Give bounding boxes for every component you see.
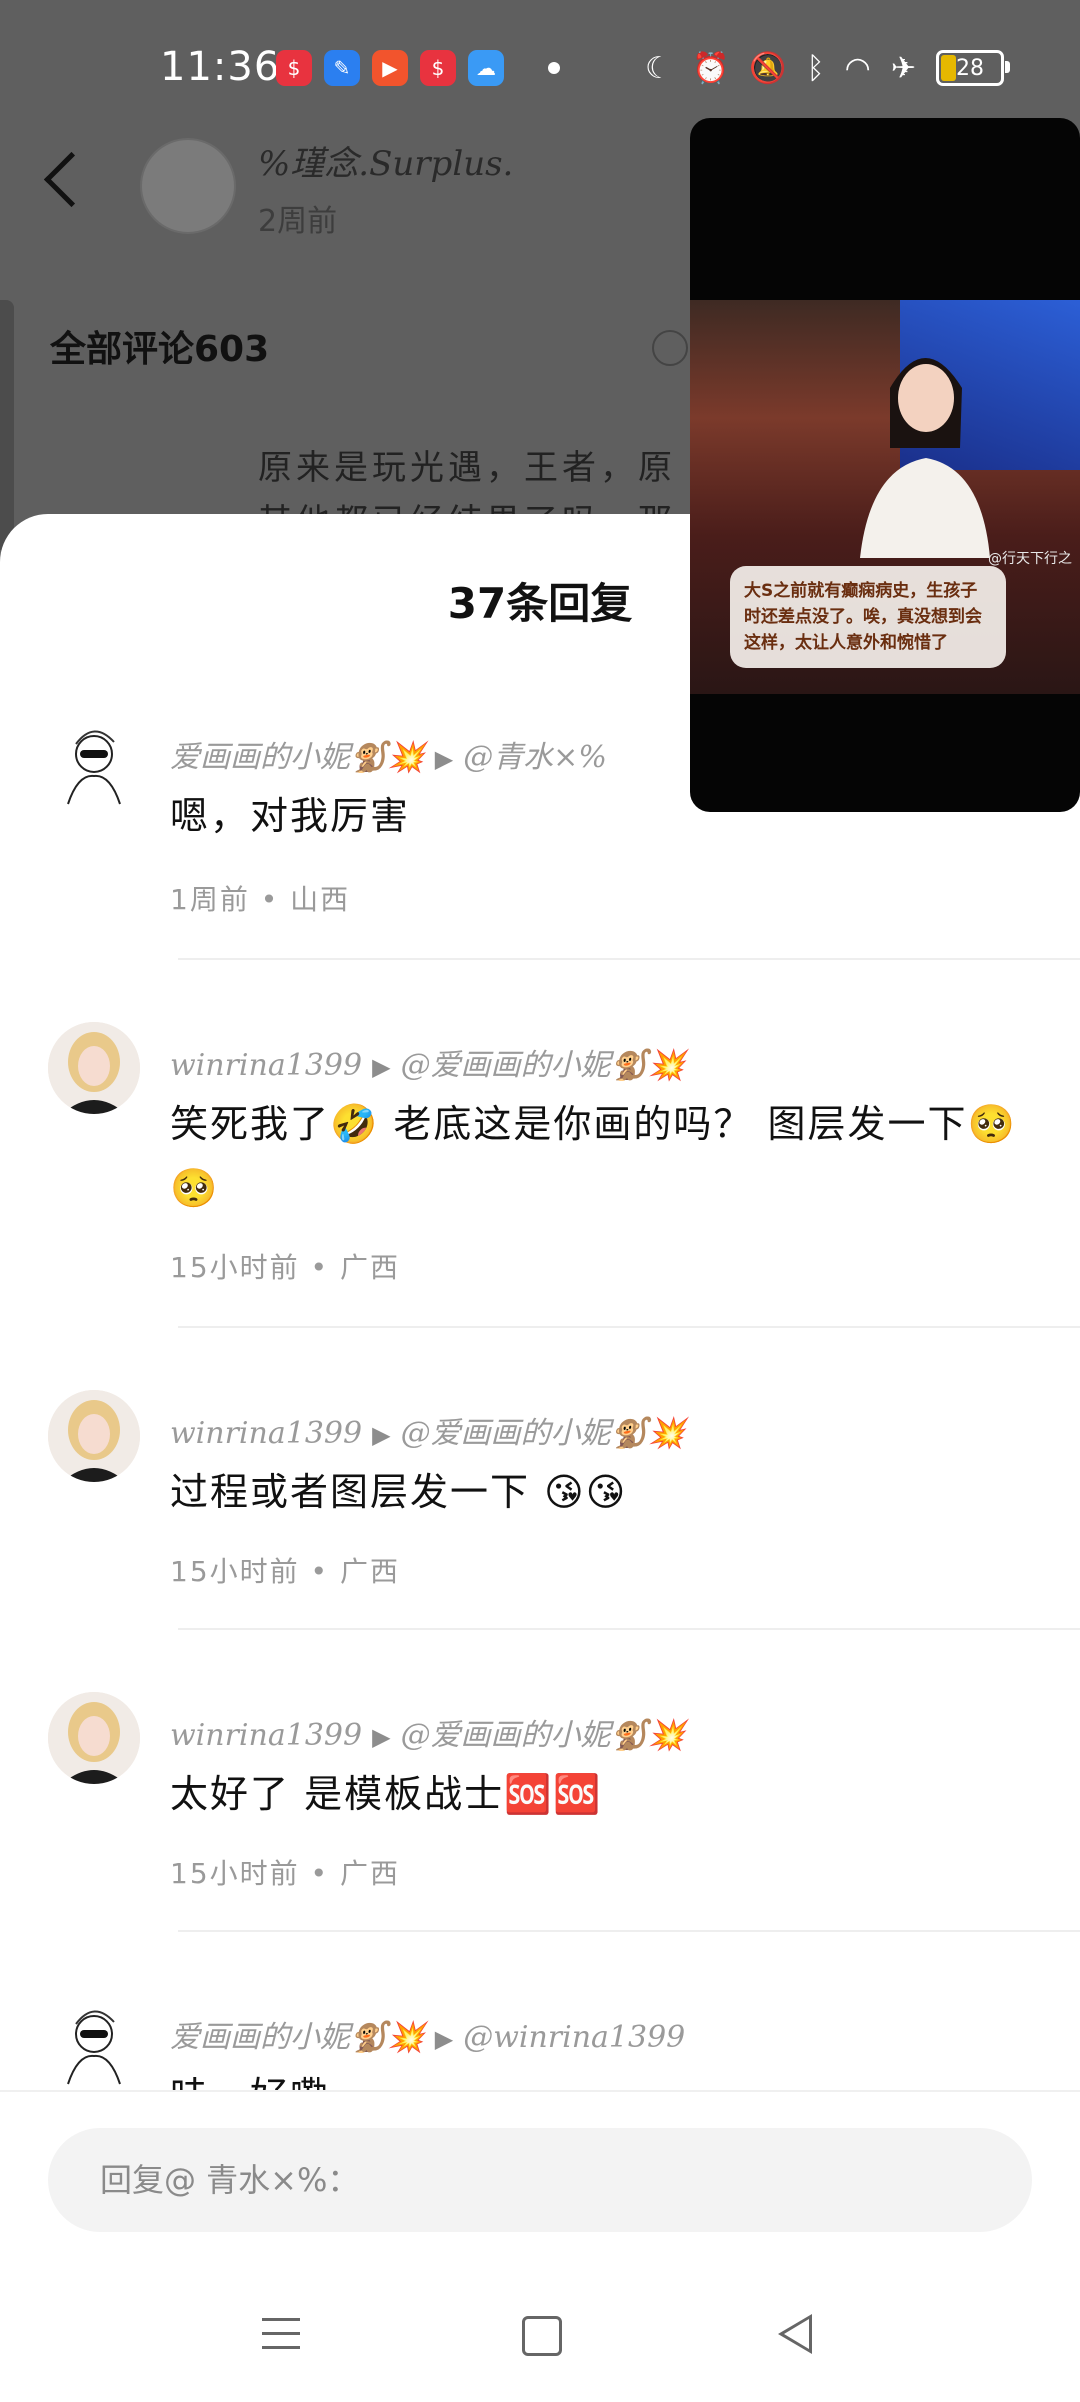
notification-icons: $ ✎ ▶ $ ☁ — [276, 50, 504, 86]
video-person — [860, 358, 990, 558]
reply-text: 太好了 是模板战士🆘🆘 — [170, 1772, 603, 1816]
reply-username[interactable]: winrina1399 — [170, 1416, 362, 1451]
moon-icon: ☾ — [645, 50, 672, 86]
system-icons: ☾ ⏰ 🔕 ᛒ ◠ ✈ 28 — [645, 50, 1010, 86]
reply-arrow-icon: ▶ — [372, 1421, 391, 1449]
brush-icon: ✎ — [324, 50, 360, 86]
post-time: 2周前 — [258, 204, 338, 239]
divider — [178, 1628, 1080, 1630]
bell-off-icon: 🔕 — [749, 50, 787, 86]
reply-meta: winrina1399 ▶ @爱画画的小妮🐒💥 — [170, 1408, 685, 1452]
reply-info: 15小时前 • 广西 — [170, 1555, 400, 1588]
wifi-icon: ◠ — [844, 50, 871, 86]
home-icon[interactable] — [522, 2316, 562, 2356]
bluetooth-icon: ᛒ — [806, 50, 825, 86]
divider — [178, 1930, 1080, 1932]
divider — [178, 1326, 1080, 1328]
weather-icon: ☁ — [468, 50, 504, 86]
more-notifications-dot — [548, 62, 560, 74]
reply-input[interactable] — [48, 2128, 1032, 2232]
system-nav-bar — [0, 2292, 1080, 2402]
reply-meta: 爱画画的小妮🐒💥 ▶ @青水×% — [170, 732, 607, 776]
reply-info: 1周前 • 山西 — [170, 883, 351, 916]
dollar-icon: $ — [420, 50, 456, 86]
reply-arrow-icon: ▶ — [372, 1723, 391, 1751]
reply-text: 笑死我了🤣 老底这是你画的吗？ 图层发一下🥺🥺 — [170, 1102, 1017, 1210]
video-caption: 大S之前就有癫痫病史，生孩子时还差点没了。唉，真没想到会这样，太让人意外和惋惜了 — [730, 566, 1006, 668]
reply-info: 15小时前 • 广西 — [170, 1251, 400, 1284]
reply-to-user[interactable]: @青水×% — [463, 740, 607, 775]
all-comments-heading: 全部评论603 — [50, 329, 270, 370]
reply-to-user[interactable]: @爱画画的小妮🐒💥 — [401, 1416, 686, 1451]
reply-arrow-icon: ▶ — [434, 2025, 454, 2053]
comment-text-line: 原来是玩光遇，王者，原 — [258, 448, 676, 488]
back-icon[interactable] — [778, 2314, 812, 2354]
menu-icon[interactable] — [262, 2318, 300, 2349]
reply-meta: winrina1399 ▶ @爱画画的小妮🐒💥 — [170, 1710, 685, 1754]
author-name[interactable]: %瑾念.Surplus. — [258, 136, 513, 185]
reply-arrow-icon: ▶ — [372, 1053, 391, 1081]
reply-to-user[interactable]: @爱画画的小妮🐒💥 — [401, 1718, 686, 1753]
video-watermark: @行天下行之 — [988, 551, 1072, 567]
battery-icon: 28 — [936, 50, 1010, 86]
sort-radio[interactable] — [652, 330, 688, 366]
divider — [178, 958, 1080, 960]
alarm-icon: ⏰ — [691, 50, 730, 86]
airplane-icon: ✈ — [890, 50, 916, 86]
reply-meta: 爱画画的小妮🐒💥 ▶ @winrina1399 — [170, 2012, 685, 2056]
avatar[interactable] — [48, 1022, 140, 1114]
avatar[interactable] — [48, 714, 140, 806]
reply-text: 过程或者图层发一下 😘😘 — [170, 1470, 628, 1514]
reply-username[interactable]: winrina1399 — [170, 1048, 362, 1083]
clock: 11:36 — [160, 44, 281, 90]
reply-username[interactable]: winrina1399 — [170, 1718, 362, 1753]
reply-arrow-icon: ▶ — [434, 745, 454, 773]
avatar[interactable] — [48, 1390, 140, 1482]
floating-video-player[interactable]: @行天下行之 大S之前就有癫痫病史，生孩子时还差点没了。唉，真没想到会这样，太让… — [690, 118, 1080, 812]
side-edge-handle — [0, 300, 14, 550]
video-play-icon: ▶ — [372, 50, 408, 86]
avatar[interactable] — [48, 1692, 140, 1784]
reply-to-user[interactable]: @爱画画的小妮🐒💥 — [401, 1048, 686, 1083]
author-avatar[interactable] — [140, 138, 236, 234]
reply-input-bar — [0, 2090, 1080, 2402]
dollar-icon: $ — [276, 50, 312, 86]
reply-meta: winrina1399 ▶ @爱画画的小妮🐒💥 — [170, 1040, 685, 1084]
reply-username[interactable]: 爱画画的小妮🐒💥 — [170, 740, 425, 775]
reply-to-user[interactable]: @winrina1399 — [463, 2020, 685, 2055]
reply-username[interactable]: 爱画画的小妮🐒💥 — [170, 2020, 425, 2055]
reply-info: 15小时前 • 广西 — [170, 1857, 400, 1890]
avatar[interactable] — [48, 1994, 140, 2086]
back-arrow-icon[interactable] — [43, 151, 100, 208]
